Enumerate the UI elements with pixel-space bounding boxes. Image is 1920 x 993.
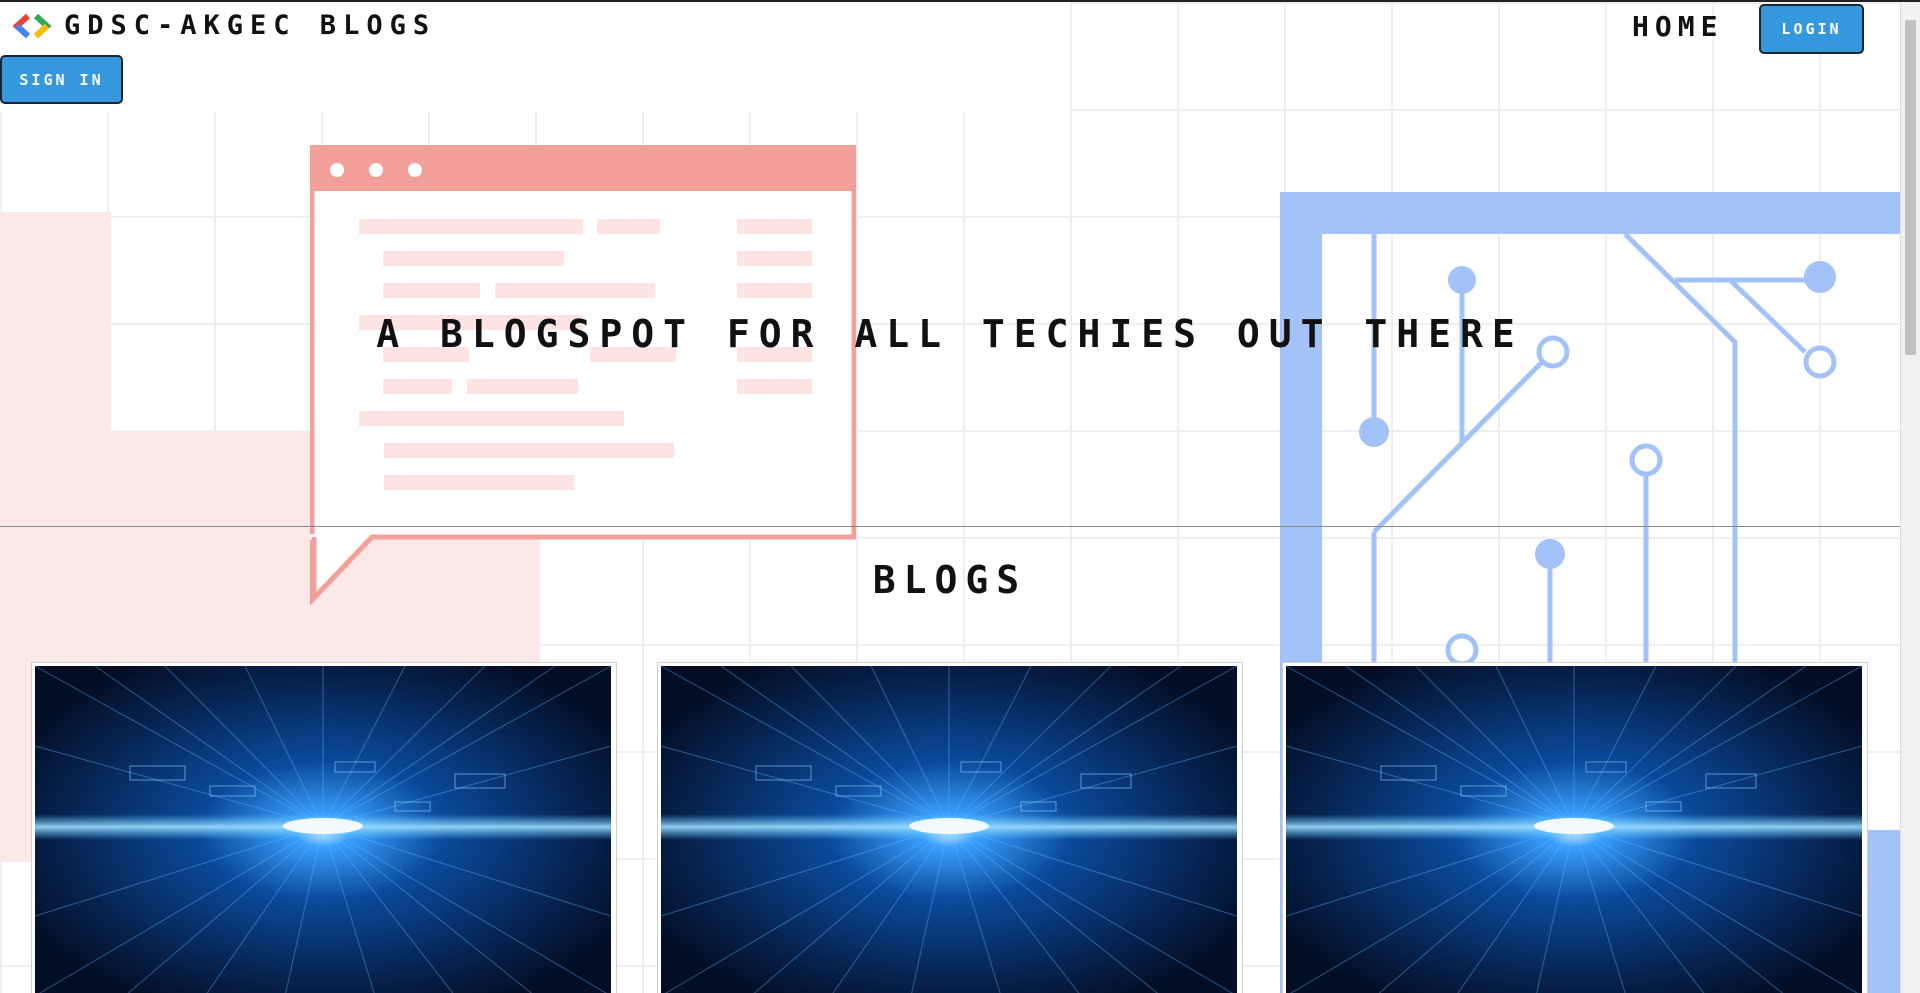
tech-data-tunnel-image[interactable]: [35, 666, 611, 993]
scrollbar-thumb[interactable]: [1905, 20, 1916, 355]
login-button[interactable]: LOGIN: [1759, 4, 1864, 54]
blog-card[interactable]: [1282, 662, 1868, 993]
blogs-heading: BLOGS: [872, 558, 1028, 602]
hero-tagline: A BLOGSPOT FOR ALL TECHIES OUT THERE: [376, 312, 1524, 356]
blog-card[interactable]: [657, 662, 1243, 993]
gdsc-brackets-logo-icon: [12, 13, 52, 38]
nav-home-link[interactable]: HOME: [1632, 10, 1723, 43]
tech-data-tunnel-image[interactable]: [661, 666, 1237, 993]
section-divider: [0, 526, 1900, 527]
blog-card[interactable]: [31, 662, 617, 993]
browser-window-illustration: [310, 145, 856, 605]
vertical-scrollbar[interactable]: [1900, 2, 1920, 993]
brand[interactable]: GDSC-AKGEC BLOGS: [12, 10, 436, 41]
brand-title: GDSC-AKGEC BLOGS: [64, 10, 437, 41]
tech-data-tunnel-image[interactable]: [1286, 666, 1862, 993]
sign-in-button[interactable]: SIGN IN: [0, 55, 123, 104]
page: GDSC-AKGEC BLOGS HOME LOGIN SIGN IN A BL…: [0, 0, 1920, 993]
